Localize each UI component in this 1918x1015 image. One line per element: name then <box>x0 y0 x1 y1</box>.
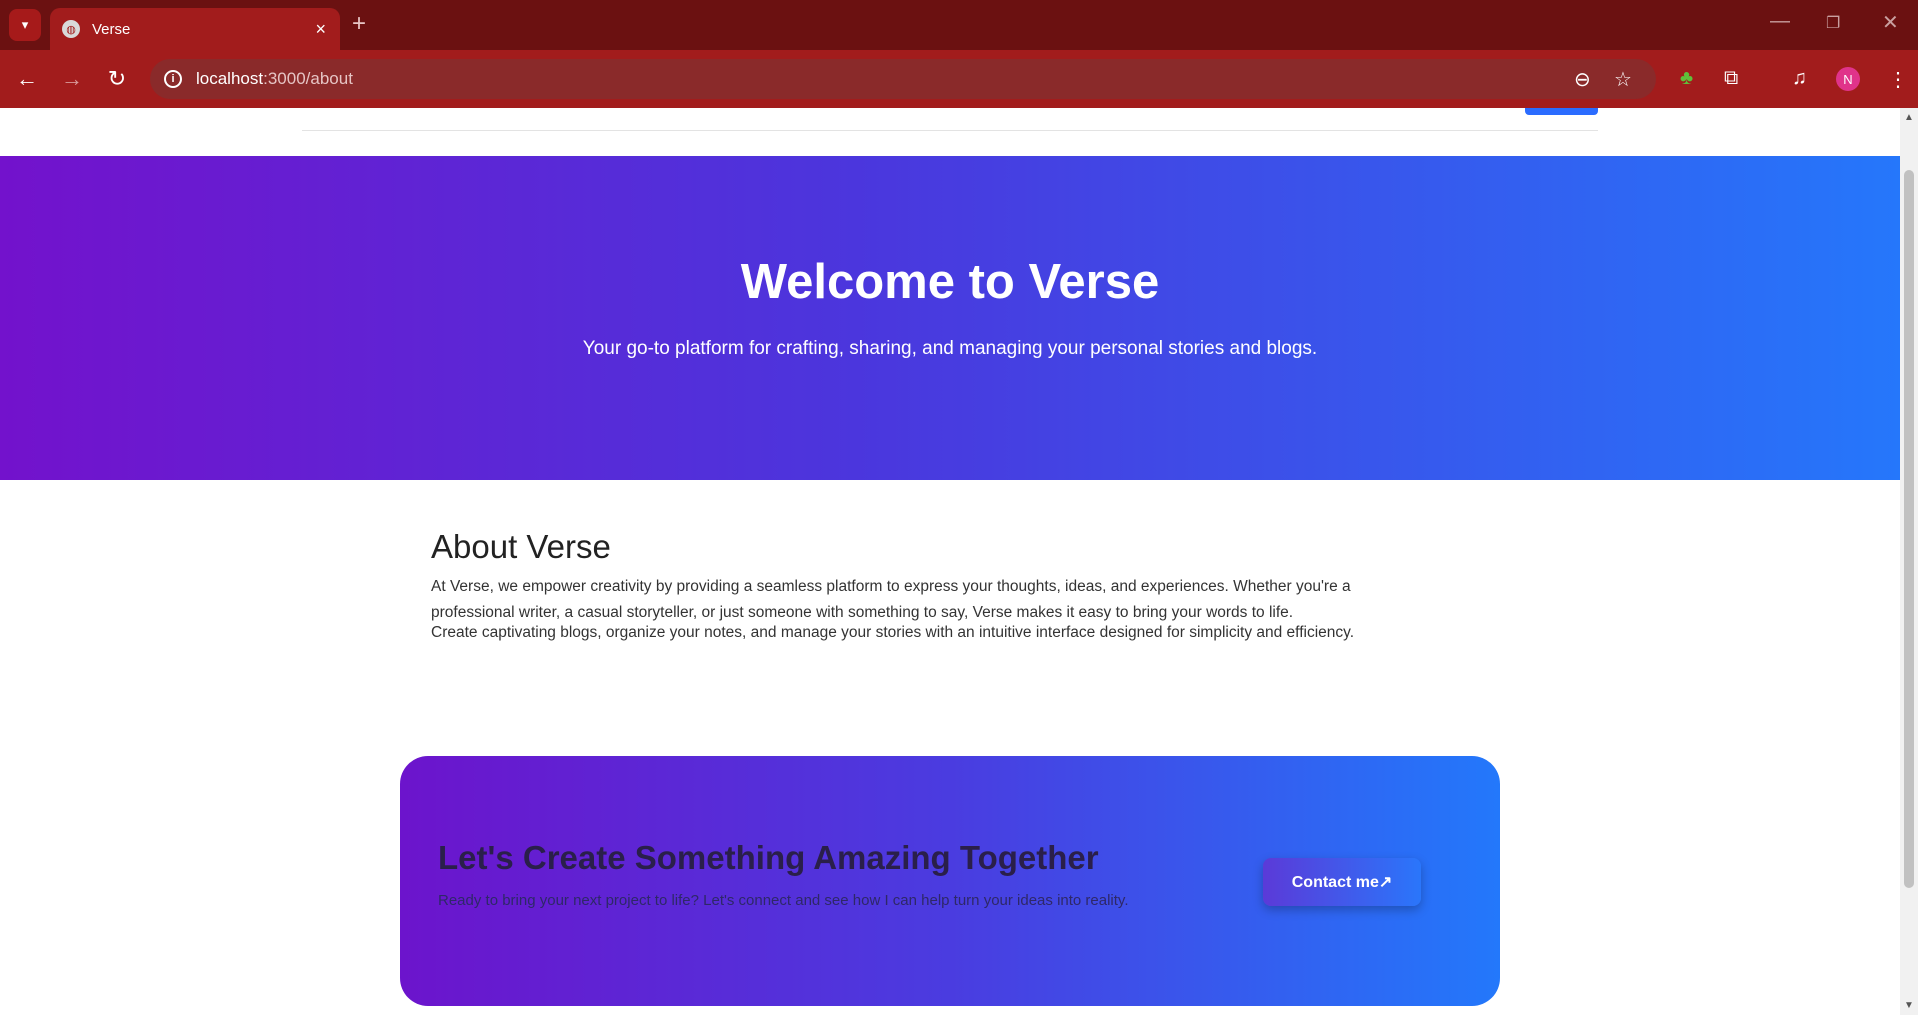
about-paragraph-2: Create captivating blogs, organize your … <box>431 624 1355 641</box>
globe-icon: ◍ <box>62 20 80 38</box>
tab-search-button[interactable]: ▾ <box>9 9 41 41</box>
url-host: localhost <box>196 69 264 88</box>
close-icon[interactable]: × <box>315 19 326 40</box>
reload-icon[interactable]: ↻ <box>101 63 133 95</box>
scroll-up-arrow-icon[interactable]: ▲ <box>1904 112 1914 123</box>
hero-section: Welcome to Verse Your go-to platform for… <box>0 156 1900 480</box>
browser-tab[interactable]: ◍ Verse × <box>50 8 340 50</box>
about-heading: About Verse <box>431 528 611 565</box>
puzzle-icon[interactable]: ⧉ <box>1724 67 1738 90</box>
forward-arrow-icon[interactable]: → <box>56 63 88 95</box>
address-bar[interactable]: i localhost:3000/about ⊖ ☆ <box>150 59 1656 99</box>
cta-heading: Let's Create Something Amazing Together <box>438 839 1099 876</box>
minimize-icon[interactable]: — <box>1770 10 1790 33</box>
site-info-icon[interactable]: i <box>164 70 182 88</box>
cta-subtext: Ready to bring your next project to life… <box>438 892 1129 909</box>
hero-subtitle: Your go-to platform for crafting, sharin… <box>582 338 1318 359</box>
page-viewport: Welcome to Verse Your go-to platform for… <box>0 108 1900 1015</box>
avatar[interactable]: N <box>1836 67 1860 91</box>
scrollbar[interactable]: ▲ ▼ <box>1900 108 1918 1015</box>
star-icon[interactable]: ☆ <box>1614 67 1632 92</box>
zoom-out-icon[interactable]: ⊖ <box>1574 67 1591 92</box>
back-arrow-icon[interactable]: ← <box>11 63 43 95</box>
contact-me-button[interactable]: Contact me↗ <box>1263 858 1421 906</box>
new-tab-plus-icon[interactable]: + <box>352 11 366 37</box>
hero-title: Welcome to Verse <box>740 255 1160 309</box>
tab-strip: ▾ ◍ Verse × + — ❐ ✕ <box>0 0 1918 50</box>
about-section: About Verse At Verse, we empower creativ… <box>431 528 1391 641</box>
tree-extension-icon[interactable]: ♣ <box>1680 67 1693 90</box>
chevron-down-icon: ▾ <box>21 17 29 32</box>
about-paragraph-1: At Verse, we empower creativity by provi… <box>431 578 1351 621</box>
cta-card: Let's Create Something Amazing Together … <box>400 756 1500 1006</box>
scroll-down-arrow-icon[interactable]: ▼ <box>1904 1000 1914 1011</box>
media-controls-icon[interactable]: ♫ <box>1792 67 1807 90</box>
kebab-menu-icon[interactable]: ⋮ <box>1888 67 1908 92</box>
header-button-partial[interactable] <box>1525 108 1598 115</box>
url-text[interactable]: localhost:3000/about <box>196 69 353 89</box>
scroll-thumb[interactable] <box>1904 170 1914 888</box>
restore-icon[interactable]: ❐ <box>1826 13 1840 33</box>
tab-title: Verse <box>92 20 131 38</box>
window-close-icon[interactable]: ✕ <box>1882 10 1899 35</box>
url-path: :3000/about <box>263 69 353 88</box>
header-divider <box>302 130 1598 131</box>
